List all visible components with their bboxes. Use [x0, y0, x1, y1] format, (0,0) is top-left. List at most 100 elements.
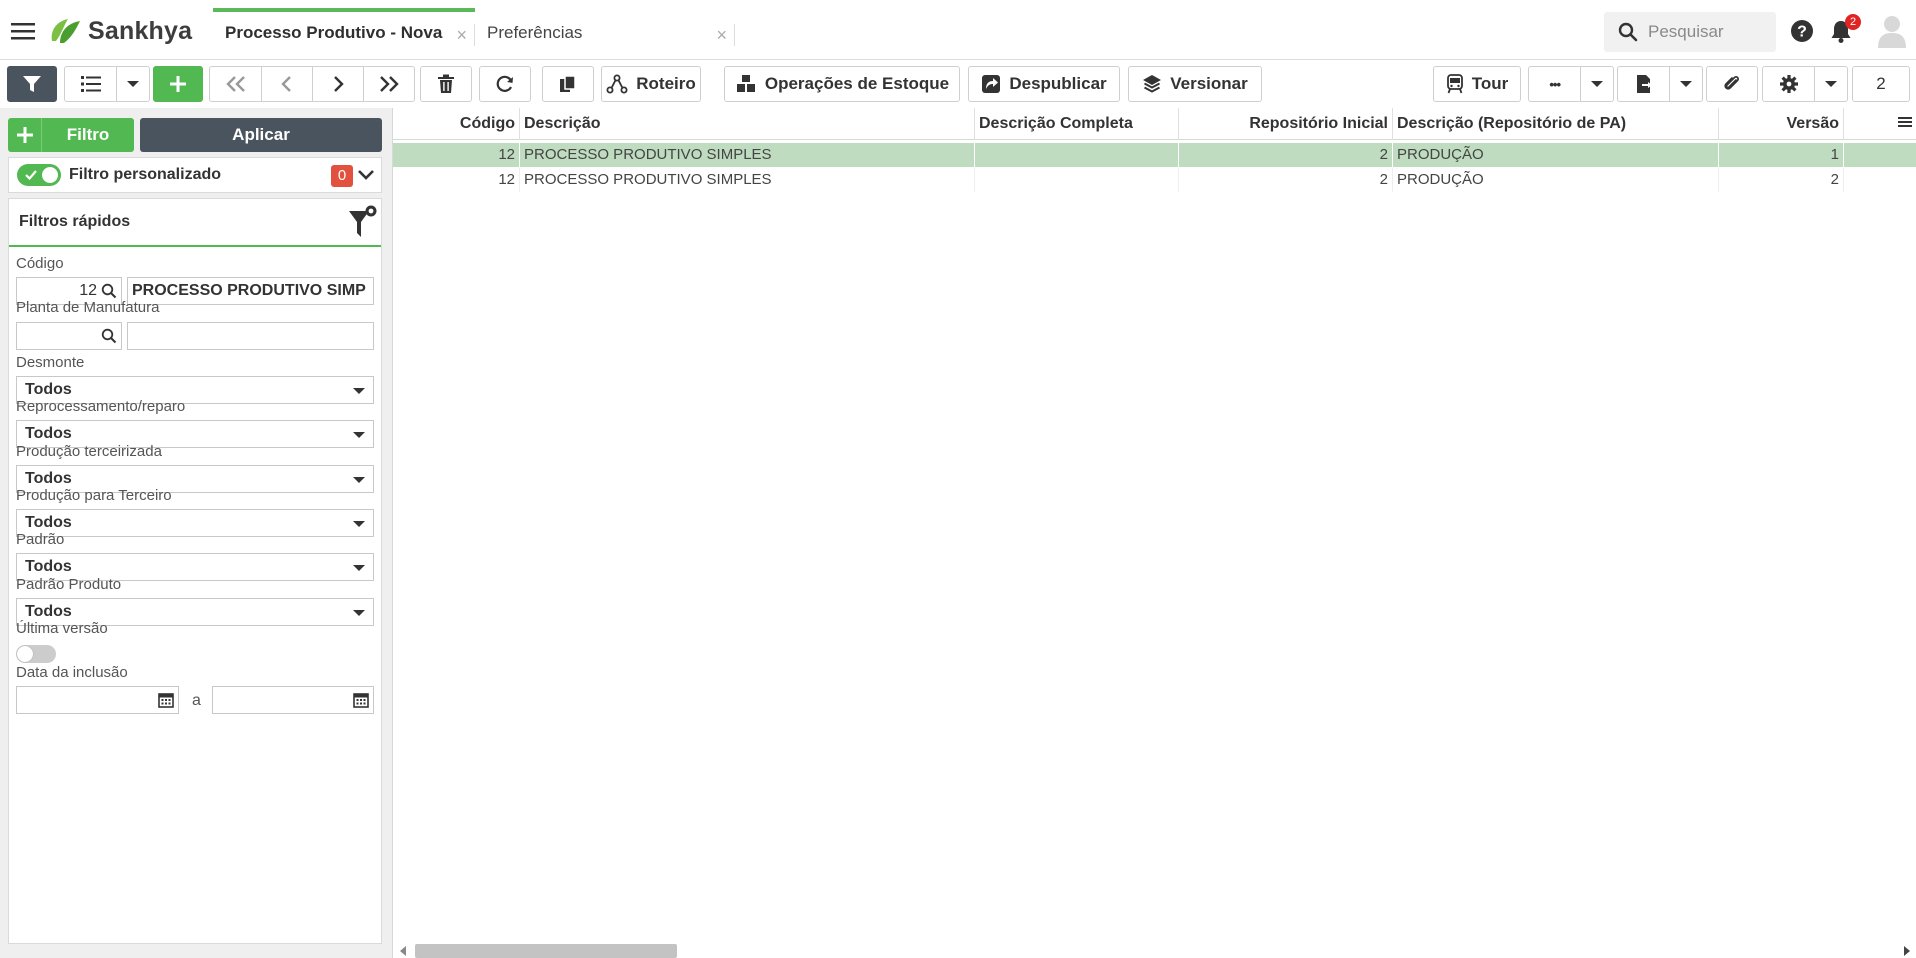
calendar-icon[interactable] [158, 692, 174, 708]
table-row[interactable]: 12 PROCESSO PRODUTIVO SIMPLES 2 PRODUÇÃO… [393, 168, 1916, 192]
roteiro-button[interactable]: Roteiro [601, 66, 701, 102]
settings-dropdown[interactable] [1814, 67, 1847, 101]
add-filter-button[interactable]: Filtro [8, 118, 134, 152]
cell-repositorio-inicial: 2 [1179, 168, 1393, 192]
apply-button[interactable]: Aplicar [140, 118, 382, 152]
producao-para-terceiro-select[interactable]: Todos [16, 509, 374, 537]
record-navigation [209, 66, 415, 102]
planta-label: Planta de Manufatura [16, 299, 160, 316]
duplicate-button[interactable] [542, 66, 594, 102]
cell-versao: 2 [1719, 168, 1844, 192]
help-icon[interactable]: ? [1790, 19, 1814, 43]
double-chevron-left-icon [225, 76, 245, 92]
first-record-button[interactable] [210, 67, 261, 101]
refresh-button[interactable] [479, 66, 531, 102]
hamburger-menu-icon[interactable] [10, 18, 36, 44]
sankhya-logo[interactable]: Sankhya [48, 13, 192, 49]
settings-button[interactable] [1763, 67, 1814, 101]
refresh-icon [496, 75, 513, 92]
close-tab-icon[interactable]: × [456, 25, 467, 46]
data-inclusao-end-field[interactable] [212, 686, 374, 714]
view-mode-dropdown[interactable] [116, 67, 149, 101]
padrao-label: Padrão [16, 531, 65, 548]
attachment-button[interactable] [1706, 66, 1758, 102]
column-header-descricao[interactable]: Descrição [520, 108, 975, 140]
settings-split-button[interactable] [1762, 66, 1848, 102]
cell-descricao-repositorio: PRODUÇÃO [1393, 143, 1719, 167]
chevron-down-icon [1680, 81, 1693, 87]
export-file-button[interactable] [1618, 67, 1669, 101]
column-header-repositorio-inicial[interactable]: Repositório Inicial [1179, 108, 1393, 140]
page-number-indicator[interactable]: 2 [1852, 66, 1910, 102]
versionar-button[interactable]: Versionar [1128, 66, 1262, 102]
cell-codigo: 12 [393, 143, 520, 167]
column-header-descricao-repositorio-pa[interactable]: Descrição (Repositório de PA) [1393, 108, 1719, 140]
tab-label: Processo Produtivo - Nova [225, 23, 443, 42]
despublicar-button[interactable]: Despublicar [968, 66, 1120, 102]
reprocessamento-label: Reprocessamento/reparo [16, 398, 186, 415]
close-tab-icon[interactable]: × [716, 25, 727, 46]
horizontal-scrollbar[interactable] [393, 938, 1916, 958]
tour-button[interactable]: Tour [1433, 66, 1521, 102]
data-grid: Código Descrição Descrição Completa Repo… [392, 108, 1916, 958]
quick-filters-title: Filtros rápidos [19, 213, 131, 230]
padrao-produto-value: Todos [25, 603, 72, 620]
cell-codigo: 12 [393, 168, 520, 192]
column-header-descricao-completa[interactable]: Descrição Completa [975, 108, 1179, 140]
boxes-icon [736, 75, 755, 92]
last-record-button[interactable] [363, 67, 414, 101]
custom-filter-toggle[interactable] [17, 164, 61, 186]
filter-settings-icon[interactable] [347, 205, 377, 239]
planta-description-field[interactable] [127, 322, 374, 350]
scrollbar-thumb[interactable] [415, 944, 677, 958]
search-icon [101, 328, 117, 344]
chevron-down-icon[interactable] [357, 167, 375, 183]
user-avatar[interactable] [1876, 14, 1908, 48]
add-filter-label: Filtro [66, 125, 110, 144]
cell-descricao: PROCESSO PRODUTIVO SIMPLES [520, 143, 975, 167]
data-inclusao-start-field[interactable] [16, 686, 179, 714]
plus-icon [8, 118, 42, 152]
column-header-versao[interactable]: Versão [1719, 108, 1844, 140]
tab-label: Preferências [487, 23, 583, 42]
export-split-button[interactable] [1617, 66, 1703, 102]
tab-preferencias[interactable]: Preferências × [475, 8, 735, 54]
tab-processo-produtivo[interactable]: Processo Produtivo - Nova × [213, 8, 475, 54]
operacoes-estoque-label: Operações de Estoque [764, 74, 950, 93]
more-actions-split-button[interactable]: ••• [1528, 66, 1614, 102]
chevron-down-icon [1591, 81, 1604, 87]
operacoes-estoque-button[interactable]: Operações de Estoque [724, 66, 960, 102]
more-actions-dropdown[interactable] [1580, 67, 1613, 101]
chevron-down-icon [353, 477, 365, 483]
roteiro-label: Roteiro [636, 74, 696, 93]
search-input[interactable] [1648, 22, 1768, 42]
column-menu-icon[interactable] [1897, 114, 1913, 130]
cell-versao: 1 [1719, 143, 1844, 167]
delete-button[interactable] [420, 66, 472, 102]
next-record-button[interactable] [312, 67, 363, 101]
quick-filters-header: Filtros rápidos [9, 199, 381, 247]
gear-icon [1779, 75, 1798, 93]
codigo-value: 12 [79, 282, 97, 299]
scroll-right-arrow-icon[interactable] [1903, 946, 1911, 956]
planta-input[interactable] [16, 322, 122, 350]
ultima-versao-toggle[interactable] [16, 645, 56, 663]
table-row[interactable]: 12 PROCESSO PRODUTIVO SIMPLES 2 PRODUÇÃO… [393, 143, 1916, 167]
more-actions-button[interactable]: ••• [1529, 67, 1580, 101]
previous-record-button[interactable] [261, 67, 312, 101]
toggle-knob [17, 646, 33, 662]
chevron-down-icon [1825, 81, 1838, 87]
export-dropdown[interactable] [1669, 67, 1702, 101]
search-box[interactable] [1604, 12, 1776, 52]
column-header-codigo[interactable]: Código [393, 108, 520, 140]
codigo-description-field[interactable]: PROCESSO PRODUTIVO SIMP [127, 277, 374, 305]
sankhya-leaf-icon [51, 19, 80, 43]
filter-toggle-button[interactable] [7, 66, 57, 102]
calendar-icon[interactable] [353, 692, 369, 708]
cell-descricao-repositorio: PRODUÇÃO [1393, 168, 1719, 192]
padrao-value: Todos [25, 558, 72, 575]
scroll-left-arrow-icon[interactable] [399, 946, 407, 956]
view-mode-split-button[interactable] [64, 66, 150, 102]
list-view-button[interactable] [65, 67, 116, 101]
add-record-button[interactable] [153, 66, 203, 102]
